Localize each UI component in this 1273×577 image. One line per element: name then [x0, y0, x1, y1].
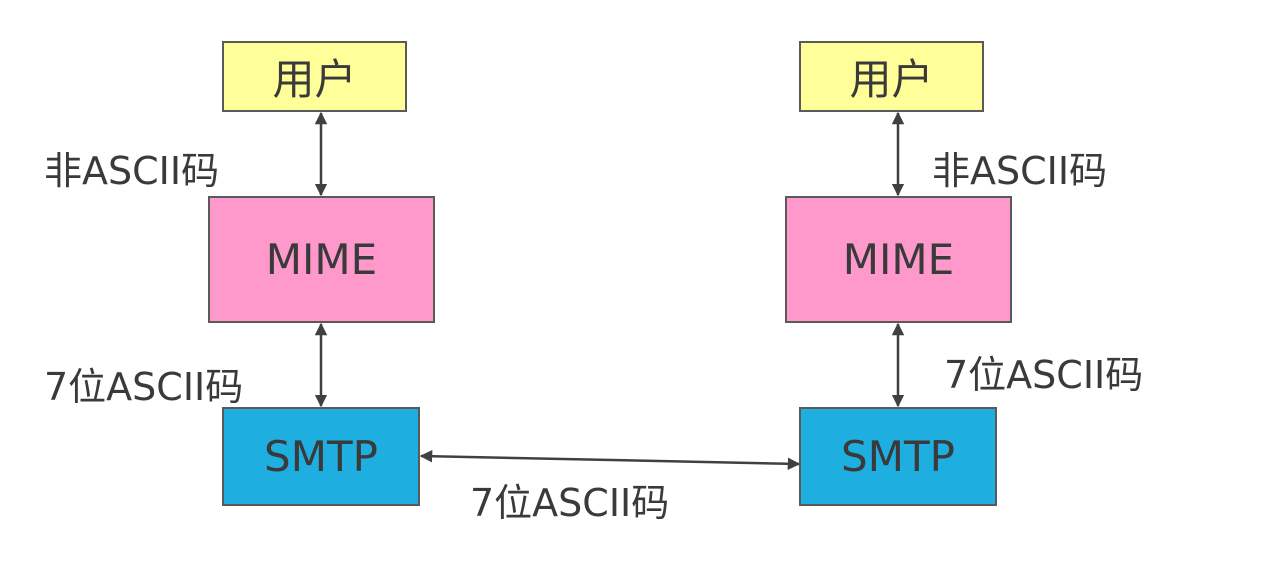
left-mime-box: MIME: [208, 196, 435, 323]
left-smtp-box: SMTP: [222, 407, 420, 506]
right-mime-box: MIME: [785, 196, 1012, 323]
right-smtp-box: SMTP: [799, 407, 997, 506]
right-mime-label: MIME: [842, 235, 955, 284]
right-user-box: 用户: [799, 41, 984, 112]
left-mime-label: MIME: [265, 235, 378, 284]
link-label: 7位ASCII码: [470, 481, 670, 525]
right-upper-label: 非ASCII码: [932, 149, 1108, 193]
left-user-label: 用户: [272, 55, 357, 104]
smtp-link-arrow: [419, 449, 801, 471]
left-smtp-label: SMTP: [264, 432, 378, 481]
right-lower-label: 7位ASCII码: [944, 353, 1144, 397]
right-smtp-label: SMTP: [841, 432, 955, 481]
left-user-box: 用户: [222, 41, 407, 112]
left-lower-label: 7位ASCII码: [44, 365, 244, 409]
right-user-label: 用户: [849, 55, 934, 104]
left-upper-label: 非ASCII码: [44, 149, 220, 193]
